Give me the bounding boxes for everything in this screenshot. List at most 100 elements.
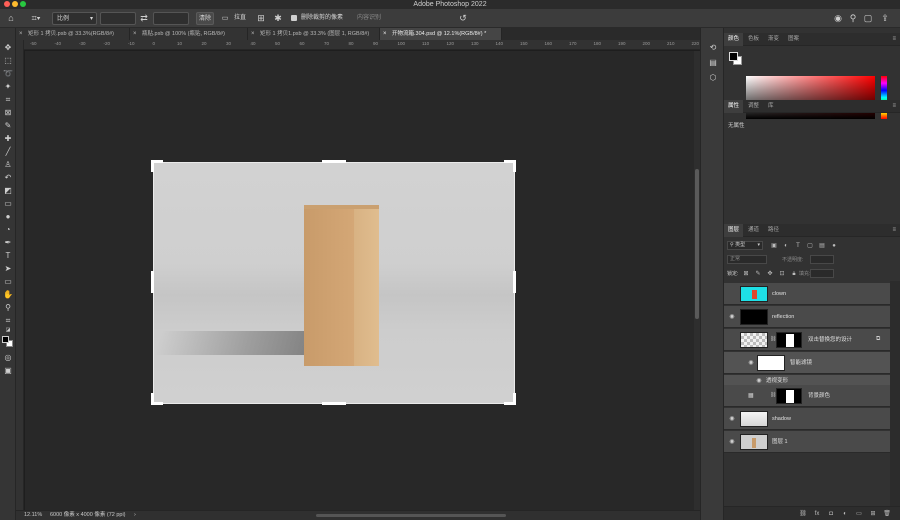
layer-row-clown[interactable]: clown (724, 283, 890, 305)
fill-input[interactable] (810, 269, 834, 278)
workspace-icon[interactable]: ▢ (863, 12, 873, 25)
crop-handle-bottom-left[interactable] (151, 393, 154, 405)
magic-wand-tool-icon[interactable]: ✦ (2, 81, 14, 92)
crop-handle-left[interactable] (151, 271, 154, 293)
reset-icon[interactable]: ↺ (458, 12, 468, 25)
crop-tool-icon[interactable]: ⌗▾ (27, 12, 45, 25)
lock-image-icon[interactable]: ✎ (753, 269, 763, 279)
new-layer-icon[interactable]: ⊞ (868, 509, 878, 519)
straighten-label[interactable]: 拉直 (234, 12, 246, 25)
filter-adjustment-icon[interactable]: ◐ (781, 241, 791, 251)
doc-tab-2[interactable]: × 瓶贴.psb @ 100% (瓶贴, RGB/8#) (130, 28, 248, 40)
grid-overlay-icon[interactable]: ⊞ (256, 12, 266, 25)
zoom-tool-icon[interactable]: ⚲ (2, 302, 14, 313)
opacity-input[interactable] (810, 255, 834, 264)
crop-handle-top-right[interactable] (513, 160, 516, 172)
eyedropper-tool-icon[interactable]: ✎ (2, 120, 14, 131)
layer-name[interactable]: 图层 1 (772, 431, 788, 453)
panel-menu-icon[interactable]: ≡ (892, 33, 896, 46)
layer-name[interactable]: shadow (772, 408, 791, 430)
healing-brush-tool-icon[interactable]: ✚ (2, 133, 14, 144)
foreground-color-swatch[interactable] (2, 336, 9, 343)
panel-menu-icon[interactable]: ≡ (892, 100, 896, 113)
layer-name[interactable]: 智能滤镜 (790, 352, 812, 374)
layer-row-reflection[interactable]: ◉ reflection (724, 306, 890, 328)
doc-tab-1[interactable]: × 矩形 1 拷贝.psb @ 33.3%(RGB/8#) (16, 28, 130, 40)
lasso-tool-icon[interactable]: ➰ (2, 68, 14, 79)
lock-transparent-icon[interactable]: ⊠ (741, 269, 751, 279)
crop-handle-top[interactable] (322, 160, 346, 163)
crop-tool-icon[interactable]: ⌗ (2, 94, 14, 105)
eye-icon[interactable]: ◉ (727, 437, 737, 447)
crop-handle-bottom[interactable] (322, 402, 346, 405)
path-selection-tool-icon[interactable]: ➤ (2, 263, 14, 274)
layer-row-smart-object[interactable]: ⛓ 双击替换您的设计 ⧉ (724, 329, 890, 351)
foreground-color-swatch[interactable] (729, 52, 738, 61)
3d-icon[interactable]: ⬡ (707, 72, 719, 84)
swap-icon[interactable]: ⇄ (139, 12, 149, 25)
tab-paths[interactable]: 路径 (764, 224, 783, 237)
blend-mode-dropdown[interactable]: 正常 (727, 255, 767, 264)
eye-icon[interactable]: ◉ (727, 312, 737, 322)
gear-icon[interactable]: ✱ (273, 12, 283, 25)
visibility-toggle-empty[interactable] (727, 391, 737, 401)
clone-stamp-tool-icon[interactable]: ♙ (2, 159, 14, 170)
adjustment-layer-icon[interactable]: ◐ (840, 509, 850, 519)
close-tab-icon[interactable]: × (19, 28, 23, 40)
layer-row-layer-1[interactable]: ◉ 图层 1 (724, 431, 890, 453)
scrollbar-thumb[interactable] (695, 169, 699, 319)
horizontal-ruler[interactable]: -50 -40 -30 -20 -10 0 10 20 30 40 50 60 70 80 90 100 110… (24, 40, 700, 50)
height-input[interactable] (153, 12, 189, 25)
lock-artboard-icon[interactable]: ⊡ (777, 269, 787, 279)
home-icon[interactable]: ⌂ (5, 12, 17, 25)
gradient-tool-icon[interactable]: ▭ (2, 198, 14, 209)
tab-libraries[interactable]: 库 (764, 100, 778, 113)
frame-tool-icon[interactable]: ⊠ (2, 107, 14, 118)
tab-gradients[interactable]: 渐变 (764, 33, 783, 46)
hand-tool-icon[interactable]: ✋ (2, 289, 14, 300)
panel-menu-icon[interactable]: ≡ (892, 224, 896, 237)
layer-row-background-color[interactable]: ▦ ⛓ 背景颜色 (724, 385, 890, 407)
delete-cropped-checkbox[interactable] (291, 15, 297, 21)
crop-handle-top-left[interactable] (151, 160, 154, 172)
crop-handle-bottom-right[interactable] (513, 393, 516, 405)
tab-channels[interactable]: 通道 (744, 224, 763, 237)
pen-tool-icon[interactable]: ✒ (2, 237, 14, 248)
default-colors-icon[interactable]: ◪ (2, 325, 14, 336)
eraser-tool-icon[interactable]: ◩ (2, 185, 14, 196)
doc-tab-4[interactable]: × 开物流箱.304.psd @ 12.1%(RGB/8#) * (380, 28, 502, 40)
search-icon[interactable]: ⚲ (848, 12, 858, 25)
comments-icon[interactable]: ▤ (707, 57, 719, 69)
layer-row-smart-filters[interactable]: ◉ 智能滤镜 (724, 352, 890, 374)
crop-handle-right[interactable] (513, 271, 516, 293)
filter-pixel-icon[interactable]: ▣ (769, 241, 779, 251)
tab-layers[interactable]: 图层 (724, 224, 744, 237)
eye-icon[interactable]: ◉ (746, 358, 756, 368)
close-tab-icon[interactable]: × (251, 28, 255, 40)
share-icon[interactable]: ⇪ (880, 12, 890, 25)
tab-swatches[interactable]: 色板 (744, 33, 763, 46)
layer-style-icon[interactable]: fx (812, 509, 822, 519)
screen-mode-icon[interactable]: ▣ (2, 365, 14, 376)
straighten-icon[interactable]: ▭ (220, 12, 230, 25)
link-layers-icon[interactable]: ⛓ (798, 509, 808, 519)
rectangle-tool-icon[interactable]: ▭ (2, 276, 14, 287)
add-mask-icon[interactable]: ◘ (826, 509, 836, 519)
close-tab-icon[interactable]: × (383, 28, 387, 40)
visibility-toggle-empty[interactable] (727, 335, 737, 345)
marquee-tool-icon[interactable]: ⬚ (2, 55, 14, 66)
tab-adjustments[interactable]: 调整 (744, 100, 763, 113)
document-canvas[interactable] (153, 162, 515, 404)
quick-mask-icon[interactable]: ◎ (2, 352, 14, 363)
new-group-icon[interactable]: ▭ (854, 509, 864, 519)
lock-all-icon[interactable]: 🔒︎ (789, 269, 799, 279)
eye-icon[interactable]: ◉ (727, 414, 737, 424)
filter-shape-icon[interactable]: ▢ (805, 241, 815, 251)
layer-name[interactable]: 背景颜色 (808, 385, 830, 407)
move-tool-icon[interactable]: ✥ (2, 42, 14, 53)
type-tool-icon[interactable]: T (2, 250, 14, 261)
visibility-toggle-empty[interactable] (727, 289, 737, 299)
clear-button[interactable]: 清除 (196, 12, 214, 25)
chevron-right-icon[interactable]: › (134, 511, 136, 520)
lock-position-icon[interactable]: ✥ (765, 269, 775, 279)
